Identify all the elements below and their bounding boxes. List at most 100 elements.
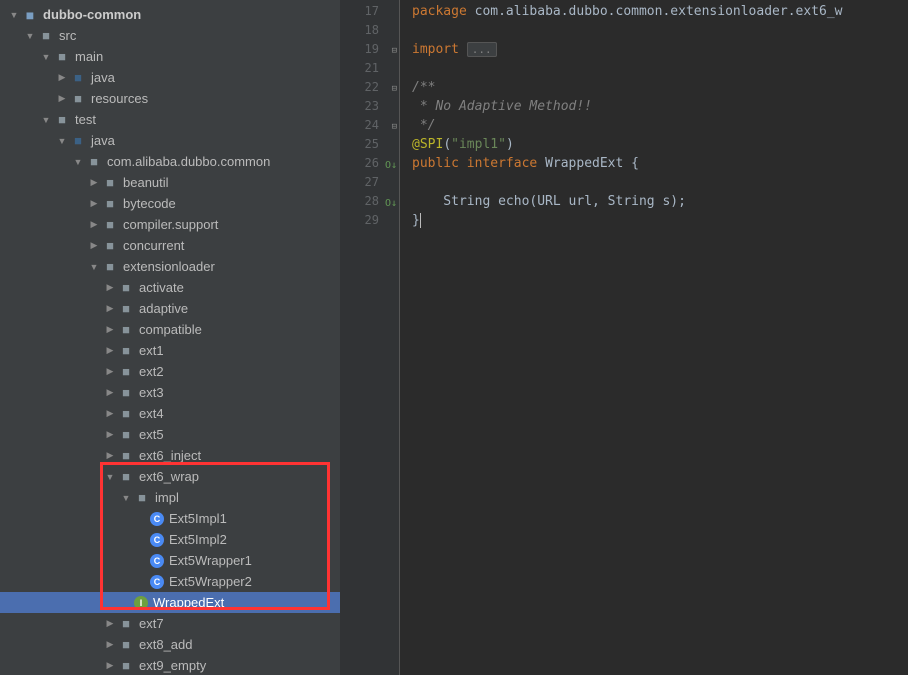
tree-item-ext5impl2[interactable]: CExt5Impl2 <box>0 529 340 550</box>
editor-code-area[interactable]: package com.alibaba.dubbo.common.extensi… <box>400 0 908 675</box>
code-line[interactable]: } <box>412 211 908 230</box>
tree-item-dubbo-common[interactable]: dubbo-common <box>0 4 340 25</box>
tree-item-concurrent[interactable]: concurrent <box>0 235 340 256</box>
tree-item-ext6-inject[interactable]: ext6_inject <box>0 445 340 466</box>
tree-arrow-icon[interactable] <box>24 31 36 41</box>
tree-item-ext6-wrap[interactable]: ext6_wrap <box>0 466 340 487</box>
tree-arrow-icon[interactable] <box>104 387 116 398</box>
tree-arrow-icon[interactable] <box>56 72 68 83</box>
tree-item-ext3[interactable]: ext3 <box>0 382 340 403</box>
code-line[interactable] <box>412 173 908 192</box>
fold-placeholder[interactable]: ... <box>467 42 497 57</box>
tree-item-java[interactable]: java <box>0 67 340 88</box>
code-line[interactable]: */ <box>412 116 908 135</box>
tree-item-label: main <box>75 49 103 64</box>
tree-arrow-icon[interactable] <box>56 136 68 146</box>
package-icon <box>102 238 118 254</box>
gutter-line-number[interactable]: 17 <box>340 2 399 21</box>
tree-arrow-icon[interactable] <box>104 303 116 314</box>
project-tree-panel[interactable]: dubbo-commonsrcmainjavaresourcestestjava… <box>0 0 340 675</box>
tree-item-test[interactable]: test <box>0 109 340 130</box>
tree-arrow-icon[interactable] <box>88 198 100 209</box>
tree-item-ext4[interactable]: ext4 <box>0 403 340 424</box>
code-token: String <box>412 194 498 209</box>
tree-item-label: ext2 <box>139 364 164 379</box>
tree-item-beanutil[interactable]: beanutil <box>0 172 340 193</box>
code-line[interactable] <box>412 21 908 40</box>
tree-item-resources[interactable]: resources <box>0 88 340 109</box>
gutter-line-number[interactable]: 22⊟ <box>340 78 399 97</box>
tree-item-ext1[interactable]: ext1 <box>0 340 340 361</box>
gutter-line-number[interactable]: 21 <box>340 59 399 78</box>
tree-arrow-icon[interactable] <box>8 10 20 20</box>
tree-item-ext9-empty[interactable]: ext9_empty <box>0 655 340 675</box>
tree-item-ext8-add[interactable]: ext8_add <box>0 634 340 655</box>
tree-item-ext5impl1[interactable]: CExt5Impl1 <box>0 508 340 529</box>
tree-arrow-icon[interactable] <box>104 282 116 293</box>
tree-arrow-icon[interactable] <box>104 472 116 482</box>
tree-arrow-icon[interactable] <box>104 639 116 650</box>
tree-arrow-icon[interactable] <box>104 660 116 671</box>
code-line[interactable]: @SPI("impl1") <box>412 135 908 154</box>
tree-item-label: Ext5Wrapper1 <box>169 553 252 568</box>
tree-arrow-icon[interactable] <box>104 618 116 629</box>
tree-item-main[interactable]: main <box>0 46 340 67</box>
tree-arrow-icon[interactable] <box>104 345 116 356</box>
code-line[interactable]: /** <box>412 78 908 97</box>
tree-item-ext5wrapper2[interactable]: CExt5Wrapper2 <box>0 571 340 592</box>
tree-item-ext2[interactable]: ext2 <box>0 361 340 382</box>
tree-arrow-icon[interactable] <box>88 262 100 272</box>
gutter-line-number[interactable]: 19⊟ <box>340 40 399 59</box>
tree-item-bytecode[interactable]: bytecode <box>0 193 340 214</box>
tree-arrow-icon[interactable] <box>104 450 116 461</box>
tree-item-java[interactable]: java <box>0 130 340 151</box>
tree-arrow-icon[interactable] <box>88 240 100 251</box>
gutter-line-number[interactable]: 29 <box>340 211 399 230</box>
code-line[interactable]: package com.alibaba.dubbo.common.extensi… <box>412 2 908 21</box>
gutter-line-number[interactable]: 24⊟ <box>340 116 399 135</box>
project-tree[interactable]: dubbo-commonsrcmainjavaresourcestestjava… <box>0 0 340 675</box>
tree-item-wrappedext[interactable]: IWrappedExt <box>0 592 340 613</box>
tree-arrow-icon[interactable] <box>104 408 116 419</box>
tree-arrow-icon[interactable] <box>40 52 52 62</box>
code-line[interactable]: import ... <box>412 40 908 59</box>
tree-arrow-icon[interactable] <box>40 115 52 125</box>
code-token: echo <box>498 194 529 209</box>
code-editor[interactable]: 171819⊟2122⊟2324⊟2526O↓2728O↓29 package … <box>340 0 908 675</box>
tree-arrow-icon[interactable] <box>72 157 84 167</box>
code-line[interactable]: public interface WrappedExt { <box>412 154 908 173</box>
gutter-line-number[interactable]: 23 <box>340 97 399 116</box>
tree-item-impl[interactable]: impl <box>0 487 340 508</box>
gutter-line-number[interactable]: 27 <box>340 173 399 192</box>
code-line[interactable] <box>412 59 908 78</box>
tree-arrow-icon[interactable] <box>88 177 100 188</box>
gutter-line-number[interactable]: 26O↓ <box>340 154 399 173</box>
tree-arrow-icon[interactable] <box>104 429 116 440</box>
package-icon <box>102 175 118 191</box>
tree-item-src[interactable]: src <box>0 25 340 46</box>
tree-item-activate[interactable]: activate <box>0 277 340 298</box>
tree-arrow-icon[interactable] <box>104 366 116 377</box>
tree-item-compiler-support[interactable]: compiler.support <box>0 214 340 235</box>
ide-window: dubbo-commonsrcmainjavaresourcestestjava… <box>0 0 908 675</box>
tree-item-adaptive[interactable]: adaptive <box>0 298 340 319</box>
editor-gutter[interactable]: 171819⊟2122⊟2324⊟2526O↓2728O↓29 <box>340 0 400 675</box>
tree-item-com-alibaba-dubbo-common[interactable]: com.alibaba.dubbo.common <box>0 151 340 172</box>
tree-item-ext5wrapper1[interactable]: CExt5Wrapper1 <box>0 550 340 571</box>
tree-arrow-icon[interactable] <box>120 493 132 503</box>
tree-item-extensionloader[interactable]: extensionloader <box>0 256 340 277</box>
package-icon <box>118 637 134 653</box>
gutter-line-number[interactable]: 25 <box>340 135 399 154</box>
gutter-line-number[interactable]: 28O↓ <box>340 192 399 211</box>
tree-item-compatible[interactable]: compatible <box>0 319 340 340</box>
gutter-line-number[interactable]: 18 <box>340 21 399 40</box>
tree-item-ext5[interactable]: ext5 <box>0 424 340 445</box>
tree-item-ext7[interactable]: ext7 <box>0 613 340 634</box>
tree-item-label: bytecode <box>123 196 176 211</box>
tree-arrow-icon[interactable] <box>56 93 68 104</box>
tree-item-label: impl <box>155 490 179 505</box>
tree-arrow-icon[interactable] <box>104 324 116 335</box>
code-line[interactable]: String echo(URL url, String s); <box>412 192 908 211</box>
code-line[interactable]: * No Adaptive Method!! <box>412 97 908 116</box>
tree-arrow-icon[interactable] <box>88 219 100 230</box>
